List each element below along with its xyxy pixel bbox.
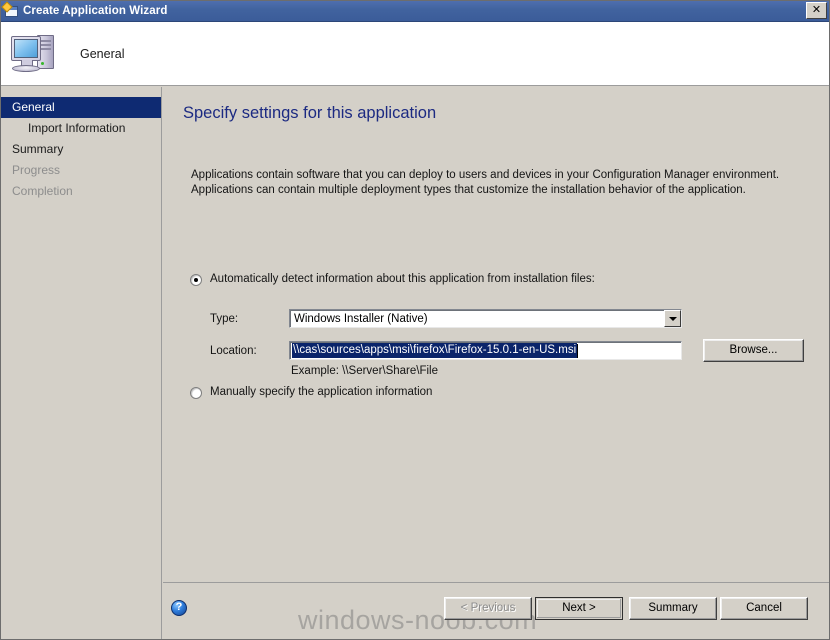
close-icon: ✕ <box>811 4 822 16</box>
location-input[interactable]: \\cas\sources\apps\msi\firefox\Firefox-1… <box>289 341 682 360</box>
text-caret <box>577 343 579 358</box>
sidebar-item-completion: Completion <box>12 184 73 198</box>
type-label: Type: <box>210 313 239 325</box>
computer-monitor-icon <box>10 30 62 78</box>
window-title: Create Application Wizard <box>23 4 168 17</box>
radio-auto-detect[interactable]: Automatically detect information about t… <box>190 273 595 286</box>
wizard-window-icon <box>1 0 19 19</box>
radio-manual-specify-label: Manually specify the application informa… <box>210 386 433 398</box>
next-button[interactable]: Next > <box>535 597 623 620</box>
previous-button: < Previous <box>444 597 532 620</box>
radio-auto-detect-label: Automatically detect information about t… <box>210 273 595 285</box>
summary-button[interactable]: Summary <box>629 597 717 620</box>
chevron-down-icon[interactable] <box>664 310 681 327</box>
sidebar-item-import-information[interactable]: Import Information <box>0 118 161 139</box>
radio-manual-specify-indicator[interactable] <box>190 387 202 399</box>
wizard-footer: ? windows-noob.com < Previous Next > Sum… <box>163 582 830 640</box>
header-title: General <box>80 46 125 61</box>
radio-manual-specify[interactable]: Manually specify the application informa… <box>190 386 432 399</box>
help-question-glyph: ? <box>175 601 183 613</box>
type-dropdown-value: Windows Installer (Native) <box>294 312 428 325</box>
cancel-button[interactable]: Cancel <box>720 597 808 620</box>
page-title: Specify settings for this application <box>183 104 437 122</box>
sidebar-item-progress: Progress <box>12 163 61 177</box>
intro-paragraph: Applications contain software that you c… <box>191 169 780 196</box>
close-button[interactable]: ✕ <box>806 2 827 19</box>
sidebar-item-general[interactable]: General <box>0 97 161 118</box>
wizard-step-list: General Import Information Summary Progr… <box>0 87 162 640</box>
title-bar: Create Application Wizard ✕ <box>0 0 830 22</box>
type-dropdown[interactable]: Windows Installer (Native) <box>289 309 682 328</box>
location-example-hint: Example: \\Server\Share\File <box>291 365 439 377</box>
radio-auto-detect-indicator[interactable] <box>190 274 202 286</box>
location-label: Location: <box>210 345 257 357</box>
create-application-wizard-window: Create Application Wizard ✕ General Gene… <box>0 0 830 640</box>
help-question-icon[interactable]: ? <box>171 600 187 616</box>
wizard-header: General <box>0 22 830 86</box>
sidebar-item-summary[interactable]: Summary <box>0 139 161 160</box>
location-input-value: \\cas\sources\apps\msi\firefox\Firefox-1… <box>292 343 578 358</box>
browse-button[interactable]: Browse... <box>703 339 804 362</box>
wizard-content-pane: Specify settings for this application Ap… <box>163 87 830 582</box>
